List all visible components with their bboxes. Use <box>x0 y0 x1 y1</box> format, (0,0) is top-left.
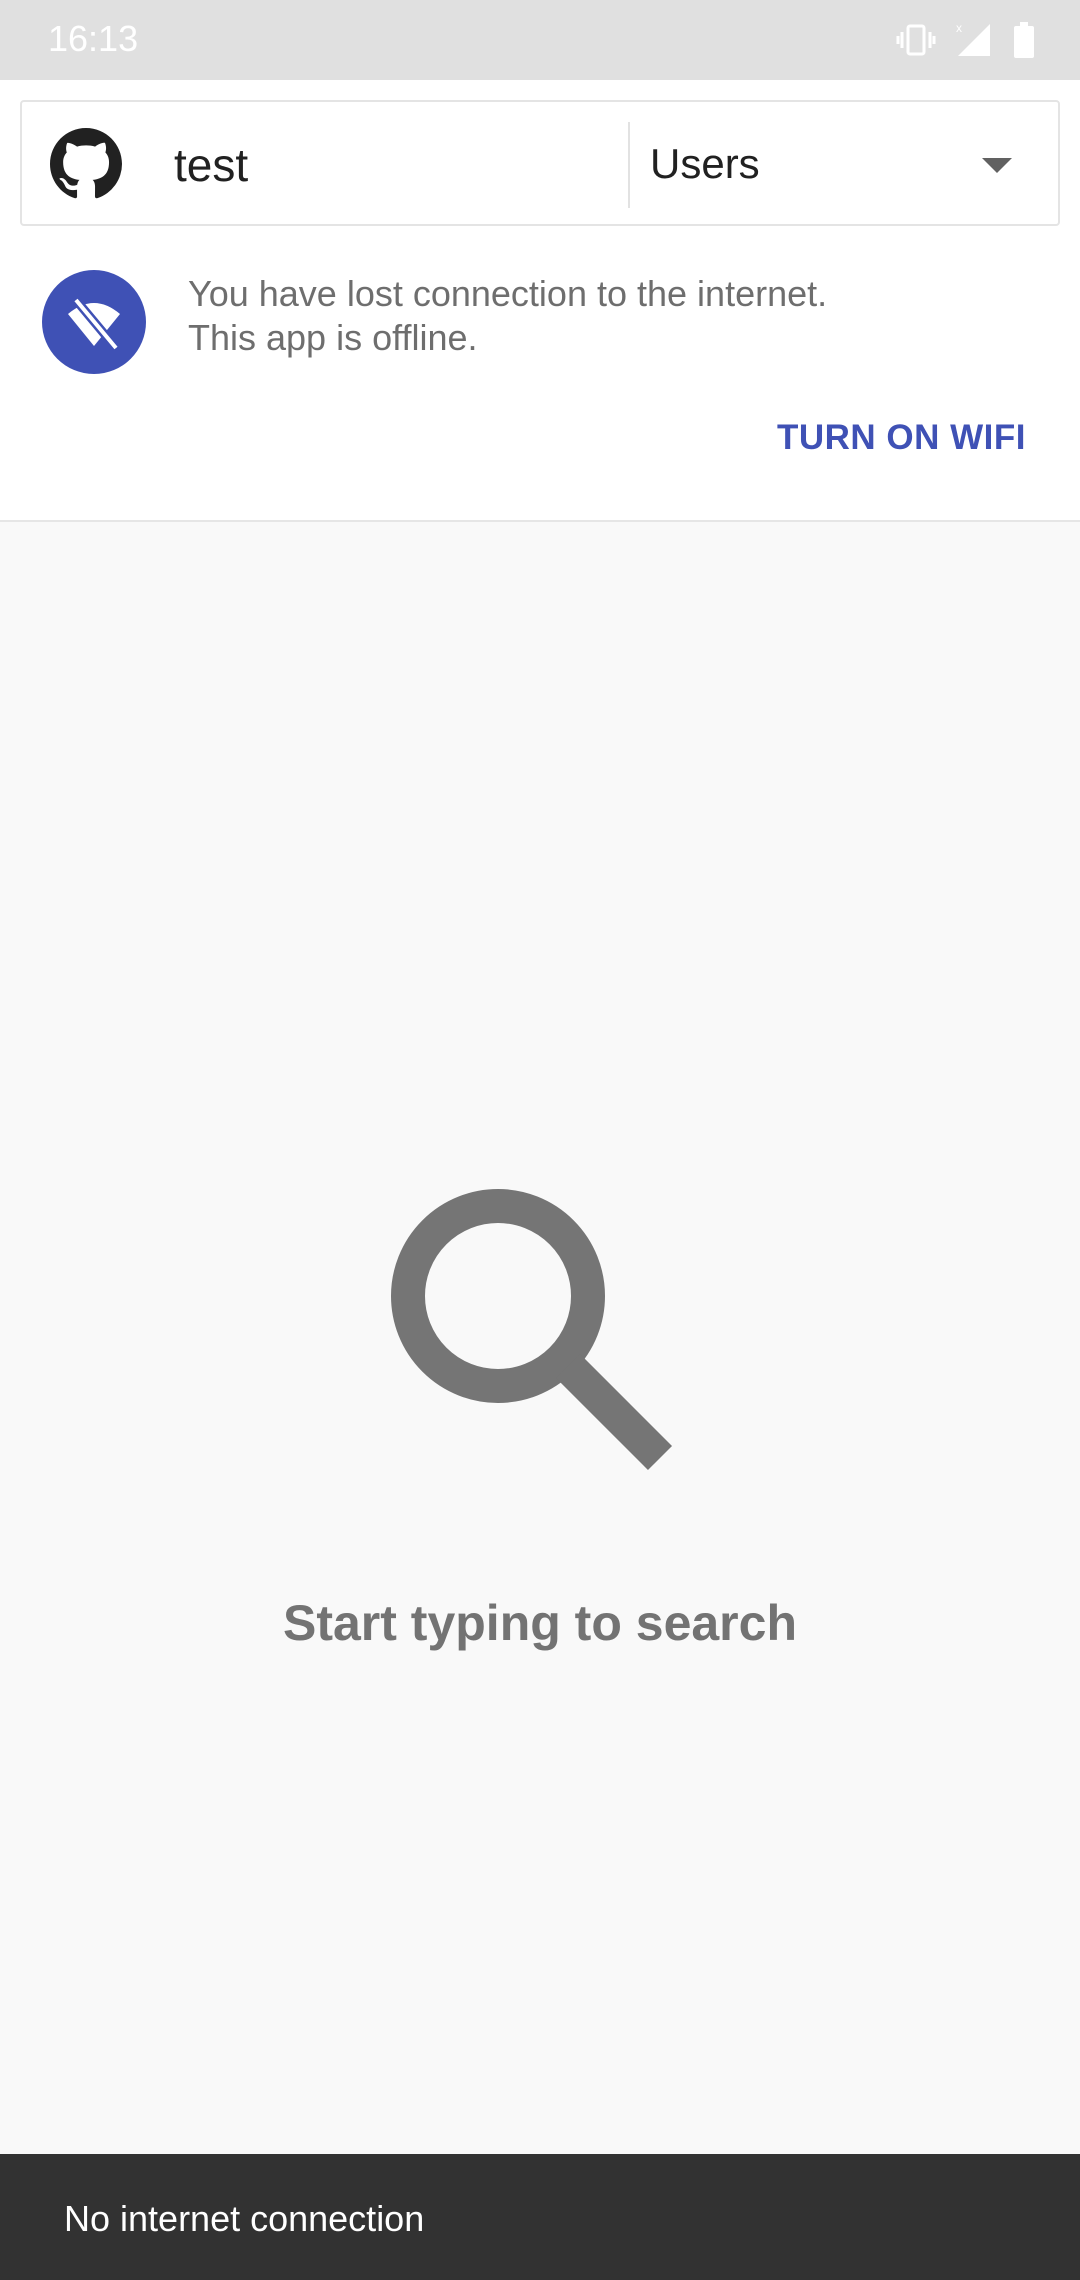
offline-message-line2: This app is offline. <box>188 317 478 358</box>
chevron-down-icon <box>982 158 1012 173</box>
search-card: Users <box>20 100 1060 226</box>
search-type-dropdown[interactable]: Users <box>630 102 1060 224</box>
offline-message: You have lost connection to the internet… <box>188 272 1008 360</box>
offline-message-line1: You have lost connection to the internet… <box>188 273 828 314</box>
snackbar: No internet connection <box>0 2154 1080 2280</box>
github-icon <box>50 128 122 199</box>
search-type-label: Users <box>650 140 760 187</box>
battery-icon <box>1014 22 1034 58</box>
status-time: 16:13 <box>48 18 139 59</box>
search-icon <box>391 1189 673 1471</box>
empty-state-text: Start typing to search <box>283 1595 797 1651</box>
search-input[interactable] <box>172 122 636 208</box>
status-bar: 16:13 x <box>0 0 1080 80</box>
wifi-off-icon <box>42 270 146 374</box>
status-icons: x <box>896 18 1036 62</box>
no-signal-icon: x <box>956 21 990 56</box>
turn-on-wifi-button[interactable]: TURN ON WIFI <box>767 410 1036 466</box>
vibrate-icon <box>896 24 936 56</box>
snackbar-text: No internet connection <box>64 2198 425 2239</box>
svg-text:x: x <box>956 21 962 35</box>
